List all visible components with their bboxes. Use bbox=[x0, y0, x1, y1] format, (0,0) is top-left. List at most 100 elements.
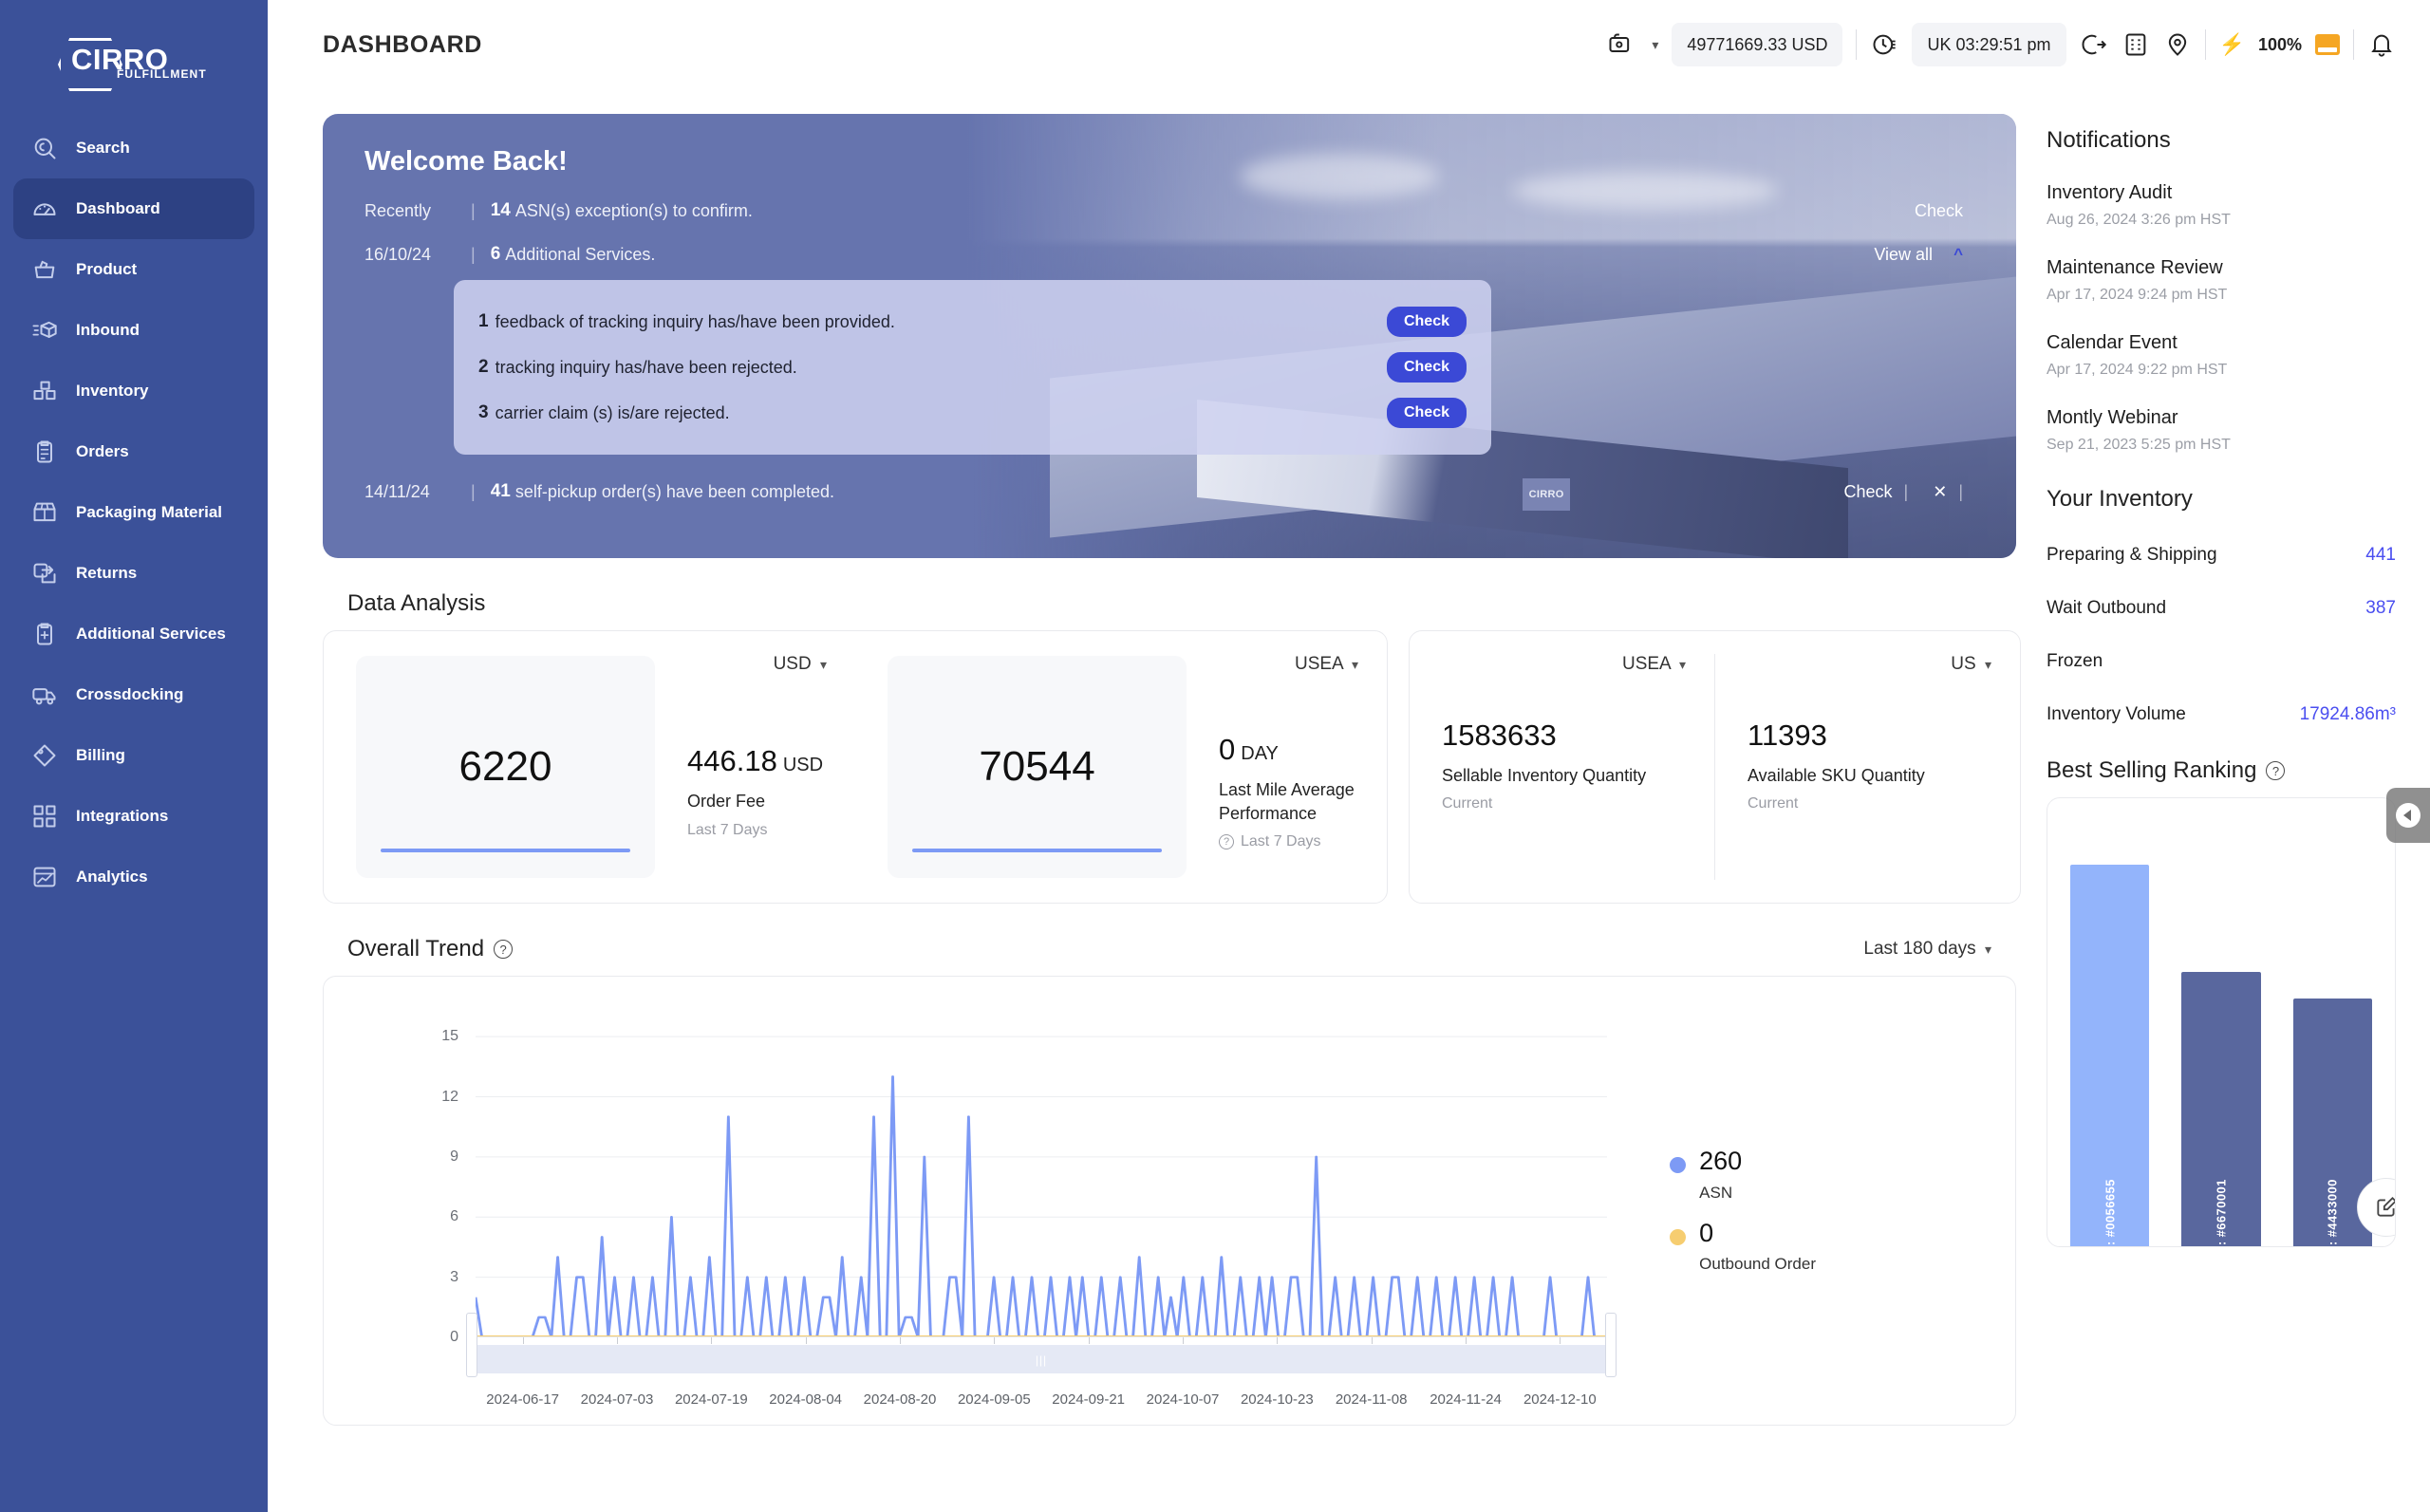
calculator-icon[interactable] bbox=[2122, 30, 2150, 59]
trend-line-svg bbox=[476, 1017, 1607, 1337]
chevron-left-icon[interactable] bbox=[2386, 788, 2430, 843]
notification-item[interactable]: Maintenance ReviewApr 17, 2024 9:24 pm H… bbox=[2047, 257, 2396, 304]
chart-scrollbar[interactable]: ||| bbox=[470, 1345, 1613, 1373]
wallet-icon[interactable] bbox=[1606, 30, 1635, 59]
x-axis-tickmark bbox=[900, 1337, 901, 1344]
x-axis-tick: 2024-09-05 bbox=[958, 1391, 1031, 1408]
best-selling-bar[interactable]: SKU: #0056655 bbox=[2070, 865, 2149, 1246]
banner-row-text: Additional Services. bbox=[505, 245, 655, 265]
best-selling-bar[interactable]: SKU: #6670001 bbox=[2181, 972, 2260, 1246]
sidebar: CIRRO FULFILLMENT Search DashboardProduct… bbox=[0, 0, 268, 1512]
question-icon[interactable]: ? bbox=[2266, 761, 2285, 780]
sidebar-item-inbound[interactable]: Inbound bbox=[13, 300, 254, 361]
brand-logo: CIRRO FULFILLMENT bbox=[0, 11, 268, 118]
inventory-value[interactable]: 441 bbox=[2365, 545, 2396, 566]
check-button[interactable]: Check bbox=[1387, 352, 1467, 383]
inventory-value[interactable]: 387 bbox=[2365, 598, 2396, 619]
clock-icon[interactable] bbox=[1870, 30, 1898, 59]
page-title: DASHBOARD bbox=[323, 31, 482, 59]
inventory-label: Preparing & Shipping bbox=[2047, 545, 2217, 566]
y-axis-tick: 12 bbox=[441, 1089, 458, 1106]
notification-item[interactable]: Calendar EventApr 17, 2024 9:22 pm HST bbox=[2047, 332, 2396, 379]
banner-row-0: Recently | 14 ASN(s) exception(s) to con… bbox=[364, 200, 1974, 221]
divider bbox=[2353, 29, 2354, 60]
kpi-region-selector-us[interactable]: US ▾ bbox=[1951, 654, 1991, 675]
x-axis-tick: 2024-12-10 bbox=[1523, 1391, 1597, 1408]
sidebar-item-label: Search bbox=[76, 139, 130, 158]
left-column: CIRRO Welcome Back! Recently | 14 ASN(s)… bbox=[323, 89, 2016, 1426]
question-icon[interactable]: ? bbox=[494, 940, 513, 959]
check-button[interactable]: Check bbox=[1387, 398, 1467, 428]
x-axis-tickmark bbox=[617, 1337, 618, 1344]
sidebar-item-packaging-material[interactable]: Packaging Material bbox=[13, 482, 254, 543]
kpi-underline bbox=[912, 849, 1162, 852]
banner-row-action-view-all[interactable]: View all bbox=[1874, 245, 1933, 265]
sidebar-item-inventory[interactable]: Inventory bbox=[13, 361, 254, 421]
best-selling-header: Best Selling Ranking ? bbox=[2047, 757, 2396, 784]
sidebar-item-billing[interactable]: Billing bbox=[13, 725, 254, 786]
trend-range-selector[interactable]: Last 180 days ▾ bbox=[1863, 939, 1991, 960]
kpi-unit: USD bbox=[783, 755, 823, 775]
scrollbar-grip[interactable]: ||| bbox=[1036, 1353, 1047, 1367]
sidebar-nav: Search DashboardProduct Inbound Inventory Or… bbox=[0, 118, 268, 907]
check-button[interactable]: Check bbox=[1387, 307, 1467, 337]
kpi-region-selector-usea-2[interactable]: USEA ▾ bbox=[1622, 654, 1686, 675]
boxes-icon bbox=[30, 377, 59, 405]
kpi-tile-value: 70544 bbox=[979, 743, 1094, 791]
x-axis-tick: 2024-09-21 bbox=[1052, 1391, 1125, 1408]
legend-item[interactable]: 260ASN bbox=[1670, 1148, 1816, 1203]
kpi-row: 6220 USD ▾ 446.18USD Order Fee bbox=[323, 630, 2016, 904]
sublist-text: carrier claim (s) is/are rejected. bbox=[495, 403, 730, 423]
kpi-tile-value: 6220 bbox=[459, 743, 552, 791]
time-display[interactable]: UK 03:29:51 pm bbox=[1912, 23, 2066, 66]
y-axis-tick: 9 bbox=[450, 1148, 458, 1166]
sidebar-item-returns[interactable]: Returns bbox=[13, 543, 254, 604]
notification-title: Montly Webinar bbox=[2047, 407, 2396, 429]
y-axis-tick: 6 bbox=[450, 1208, 458, 1225]
sidebar-item-search[interactable]: Search bbox=[13, 118, 254, 178]
notification-item[interactable]: Inventory AuditAug 26, 2024 3:26 pm HST bbox=[2047, 182, 2396, 229]
location-pin-icon[interactable] bbox=[2163, 30, 2192, 59]
notification-time: Apr 17, 2024 9:22 pm HST bbox=[2047, 362, 2396, 379]
close-icon[interactable]: ✕ bbox=[1933, 482, 1947, 502]
wallet-chevron-down-icon[interactable]: ▾ bbox=[1652, 37, 1658, 53]
banner-row-action-check[interactable]: Check bbox=[1915, 201, 1963, 221]
banner-row-last: 14/11/24 | 41 self-pickup order(s) have … bbox=[364, 481, 1974, 502]
balance-display[interactable]: 49771669.33 USD bbox=[1672, 23, 1842, 66]
kpi-region-selector-usea[interactable]: USEA ▾ bbox=[1295, 654, 1358, 675]
bell-icon[interactable] bbox=[2367, 30, 2396, 59]
x-axis-tick: 2024-11-24 bbox=[1430, 1391, 1502, 1408]
inventory-value[interactable]: 17924.86m³ bbox=[2300, 704, 2396, 725]
banner-row-date: Recently bbox=[364, 201, 456, 221]
kpi-underline bbox=[381, 849, 630, 852]
x-axis-tick: 2024-10-23 bbox=[1241, 1391, 1314, 1408]
legend-item[interactable]: 0Outbound Order bbox=[1670, 1220, 1816, 1275]
overall-trend-title: Overall Trend bbox=[347, 936, 484, 962]
clipboard-icon bbox=[30, 438, 59, 466]
sidebar-item-label: Inbound bbox=[76, 321, 140, 340]
question-icon[interactable]: ? bbox=[1219, 834, 1234, 849]
sidebar-item-dashboard[interactable]: Dashboard bbox=[13, 178, 254, 239]
banner-row-action-check[interactable]: Check bbox=[1844, 482, 1893, 502]
sidebar-item-orders[interactable]: Orders bbox=[13, 421, 254, 482]
best-selling-bars: SKU: #0056655SKU: #6670001SKU: #4433000 bbox=[2070, 827, 2372, 1246]
sidebar-item-label: Orders bbox=[76, 442, 129, 461]
banner-row-count: 14 bbox=[491, 200, 511, 221]
bolt-icon: ⚡ bbox=[2219, 32, 2245, 57]
sublist-text: feedback of tracking inquiry has/have be… bbox=[495, 312, 895, 332]
scrollbar-handle-right[interactable] bbox=[1605, 1313, 1617, 1377]
sidebar-item-integrations[interactable]: Integrations bbox=[13, 786, 254, 847]
x-axis-tickmark bbox=[1466, 1337, 1467, 1344]
x-axis-tick: 2024-07-19 bbox=[675, 1391, 748, 1408]
sidebar-item-analytics[interactable]: Analytics bbox=[13, 847, 254, 907]
trend-legend: 260ASN 0Outbound Order bbox=[1670, 1148, 1816, 1291]
scrollbar-handle-left[interactable] bbox=[466, 1313, 477, 1377]
x-axis-tick: 2024-07-03 bbox=[581, 1391, 654, 1408]
sidebar-item-crossdocking[interactable]: Crossdocking bbox=[13, 664, 254, 725]
sidebar-item-additional-services[interactable]: Additional Services bbox=[13, 604, 254, 664]
chevron-up-icon[interactable]: ^ bbox=[1953, 245, 1963, 264]
sidebar-item-product[interactable]: Product bbox=[13, 239, 254, 300]
kpi-region-selector-usd[interactable]: USD ▾ bbox=[774, 654, 827, 675]
notification-item[interactable]: Montly WebinarSep 21, 2023 5:25 pm HST bbox=[2047, 407, 2396, 454]
logout-icon[interactable] bbox=[2080, 30, 2108, 59]
